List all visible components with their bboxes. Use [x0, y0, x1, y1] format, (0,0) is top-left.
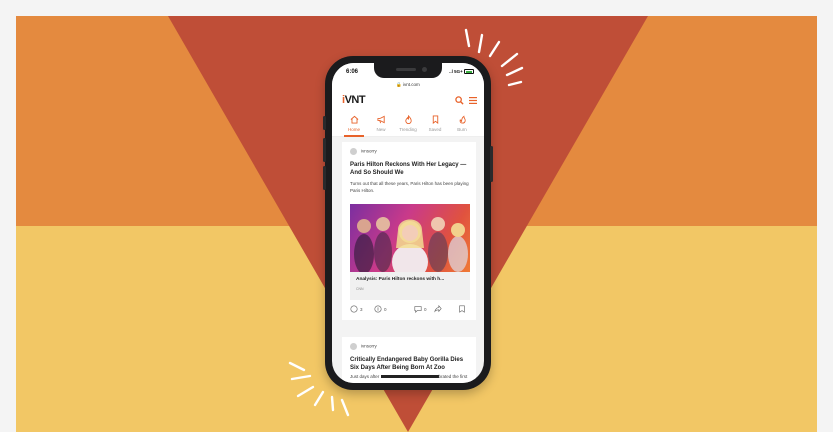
- upvote-action[interactable]: 0: [374, 305, 387, 313]
- status-signal: ..l 5G+: [449, 69, 474, 75]
- phone-mute-button: [323, 116, 326, 130]
- nav-tabs: Home New Trending Saved Burn: [332, 111, 484, 137]
- tab-label: Saved: [428, 127, 442, 132]
- link-preview-title: Analysis: Paris Hilton reckons with h...: [356, 277, 445, 282]
- url-text: ivnt.com: [403, 82, 420, 87]
- signal-text: ..l 5G+: [449, 69, 463, 74]
- tab-label: New: [376, 127, 386, 132]
- phone-notch: [374, 63, 442, 78]
- post-card[interactable]: ivnsorry Paris Hilton Reckons With Her L…: [342, 142, 476, 320]
- tab-new[interactable]: New: [369, 115, 393, 132]
- avatar: [350, 148, 357, 155]
- phone-volume-down-button: [323, 166, 326, 190]
- comment-action[interactable]: 0: [414, 305, 427, 313]
- post-image[interactable]: [350, 204, 470, 272]
- share-action[interactable]: [434, 305, 442, 313]
- phone-mockup: 6:06 ..l 5G+ 🔒 ivnt.com iVNT Home New Tr…: [323, 56, 493, 390]
- phone-volume-up-button: [323, 138, 326, 162]
- post-title[interactable]: Critically Endangered Baby Gorilla Dies …: [350, 356, 472, 372]
- post-excerpt: Turns out that all these years, Paris Hi…: [350, 181, 469, 193]
- tab-label: Trending: [399, 127, 417, 132]
- avatar: [350, 343, 357, 350]
- burn-icon: [459, 115, 466, 124]
- link-preview-source: CNN: [356, 287, 364, 291]
- battery-icon: [464, 69, 474, 75]
- tab-label: Home: [347, 127, 360, 132]
- post-card[interactable]: ivnsorry Critically Endangered Baby Gori…: [342, 337, 476, 383]
- ivnt-logo[interactable]: iVNT: [342, 94, 366, 106]
- comment-icon: [414, 306, 422, 313]
- tab-saved[interactable]: Saved: [423, 115, 447, 132]
- search-icon[interactable]: [455, 96, 464, 105]
- tab-burn[interactable]: Burn: [450, 115, 474, 132]
- trending-icon: [404, 115, 412, 124]
- hamburger-menu-icon[interactable]: [469, 97, 477, 104]
- app-header: iVNT: [332, 91, 484, 111]
- megaphone-icon: [376, 115, 385, 124]
- active-tab-indicator: [344, 135, 364, 137]
- like-action[interactable]: 3: [350, 305, 363, 313]
- lock-icon: 🔒: [396, 82, 402, 87]
- post-actions: 3 0 0: [350, 305, 470, 315]
- bookmark-icon: [432, 115, 438, 124]
- post-title[interactable]: Paris Hilton Reckons With Her Legacy — A…: [350, 161, 472, 177]
- post-photo-illustration: [354, 217, 468, 272]
- status-time: 6:06: [346, 69, 359, 75]
- phone-power-button: [490, 146, 493, 182]
- upvote-count: 0: [384, 306, 387, 312]
- author-name: ivnsorry: [361, 343, 377, 349]
- save-action[interactable]: [458, 305, 466, 313]
- logo-text: VNT: [344, 94, 366, 106]
- comment-count: 0: [424, 306, 427, 312]
- excerpt-start: Just days after: [350, 374, 380, 379]
- tab-trending[interactable]: Trending: [396, 115, 420, 132]
- author-name: ivnsorry: [361, 148, 377, 154]
- url-bar[interactable]: 🔒 ivnt.com: [332, 81, 484, 91]
- redaction-bar: [380, 375, 439, 379]
- post-author[interactable]: ivnsorry: [350, 343, 377, 350]
- smile-icon: [350, 305, 358, 313]
- link-preview[interactable]: Analysis: Paris Hilton reckons with h...…: [350, 272, 470, 300]
- like-count: 3: [360, 306, 363, 312]
- share-icon: [434, 305, 442, 313]
- excerpt-end: brated the first: [438, 374, 468, 379]
- home-icon: [350, 115, 358, 124]
- tab-label: Burn: [457, 127, 467, 132]
- bookmark-icon: [459, 305, 465, 313]
- post-excerpt: Just days after brated the first: [350, 374, 472, 381]
- tab-home[interactable]: Home: [342, 115, 366, 132]
- upvote-icon: [374, 305, 382, 313]
- post-author[interactable]: ivnsorry: [350, 148, 377, 155]
- phone-screen: 6:06 ..l 5G+ 🔒 ivnt.com iVNT Home New Tr…: [332, 63, 484, 383]
